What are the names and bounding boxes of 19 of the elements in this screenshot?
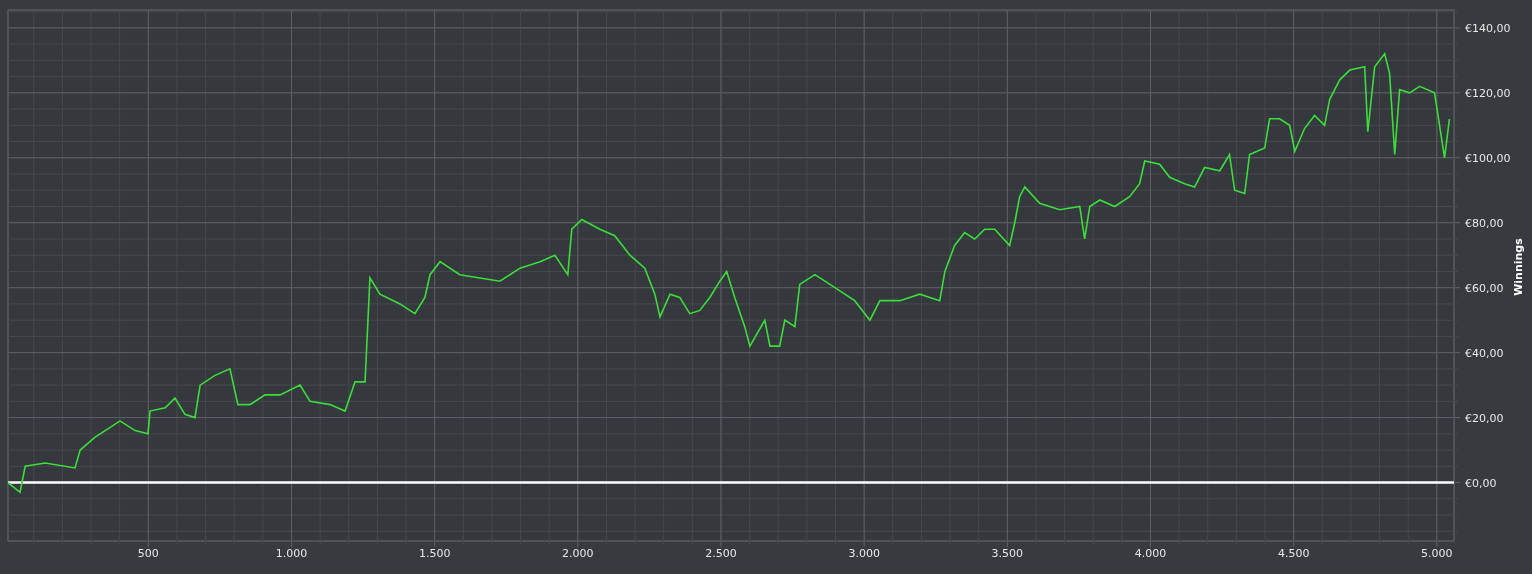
x-tick-label: 2.500 — [705, 547, 737, 560]
x-tick-label: 1.000 — [275, 547, 308, 560]
y-tick-label: €120,00 — [1465, 86, 1511, 100]
x-tick-label: 2.000 — [562, 547, 594, 560]
y-tick-label: €40,00 — [1465, 346, 1504, 360]
x-tick-label: 500 — [137, 547, 159, 560]
x-tick-label: 1.500 — [418, 547, 451, 560]
axis-title: Winnings — [1512, 238, 1525, 296]
x-tick-label: 3.500 — [991, 547, 1024, 560]
y-tick-label: €140,00 — [1465, 21, 1511, 35]
x-tick-label: 5.000 — [1421, 547, 1453, 560]
y-tick-label: €0,00 — [1465, 476, 1497, 490]
x-tick-label: 3.000 — [848, 547, 880, 560]
x-tick-label: 4.000 — [1134, 547, 1167, 560]
y-tick-label: €60,00 — [1465, 281, 1504, 295]
x-tick-label: 4.500 — [1277, 547, 1310, 560]
y-tick-label: €100,00 — [1465, 151, 1511, 165]
y-tick-label: €80,00 — [1465, 216, 1504, 230]
y-tick-label: €20,00 — [1465, 411, 1504, 425]
